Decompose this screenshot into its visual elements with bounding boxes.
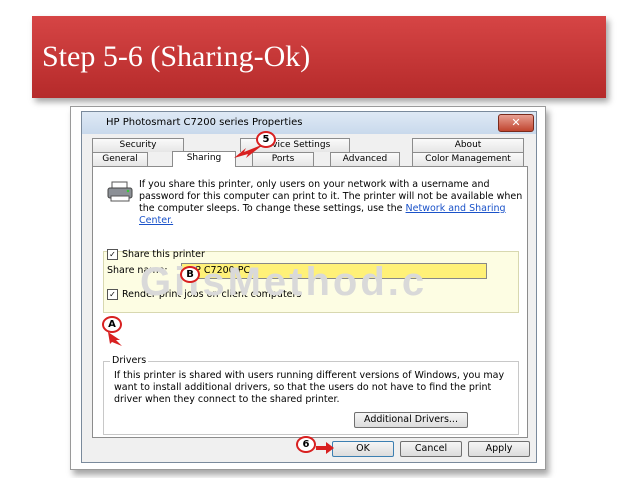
additional-drivers-button[interactable]: Additional Drivers... [354,412,468,428]
share-printer-label: Share this printer [122,249,205,260]
slide-banner: Step 5-6 (Sharing-Ok) [32,16,606,98]
step-a-marker: A [102,316,122,333]
sharing-info: If you share this printer, only users on… [139,179,523,227]
cancel-button[interactable]: Cancel [400,441,462,457]
tab-general[interactable]: General [92,152,148,166]
step-a-arrow-icon [108,332,122,346]
drivers-legend: Drivers [110,355,149,366]
apply-button[interactable]: Apply [468,441,530,457]
step-5-marker: 5 [256,131,276,148]
printer-icon [107,181,133,206]
ok-button[interactable]: OK [332,441,394,457]
close-button[interactable]: ✕ [498,114,534,132]
drivers-group: Drivers If this printer is shared with u… [103,355,519,435]
share-printer-checkbox[interactable]: ✓ [107,249,118,260]
step-6-marker: 6 [296,436,316,453]
step-6-arrow-icon [316,442,334,454]
tab-advanced[interactable]: Advanced [330,152,400,166]
dialog-title: HP Photosmart C7200 series Properties [106,117,303,128]
dialog-titlebar: HP Photosmart C7200 series Properties ✕ [82,112,536,134]
render-jobs-checkbox[interactable]: ✓ [107,289,118,300]
tab-sharing[interactable]: Sharing [172,151,236,167]
screenshot-frame: HP Photosmart C7200 series Properties ✕ … [70,106,546,470]
step-b-marker: B [180,266,200,283]
share-printer-row: ✓ Share this printer [107,249,205,260]
slide-title: Step 5-6 (Sharing-Ok) [42,40,311,73]
drivers-description: If this printer is shared with users run… [114,370,505,405]
tab-color-management[interactable]: Color Management [412,152,524,166]
tab-about[interactable]: About [412,138,524,152]
printer-properties-dialog: HP Photosmart C7200 series Properties ✕ … [81,111,537,463]
tab-security[interactable]: Security [92,138,184,152]
